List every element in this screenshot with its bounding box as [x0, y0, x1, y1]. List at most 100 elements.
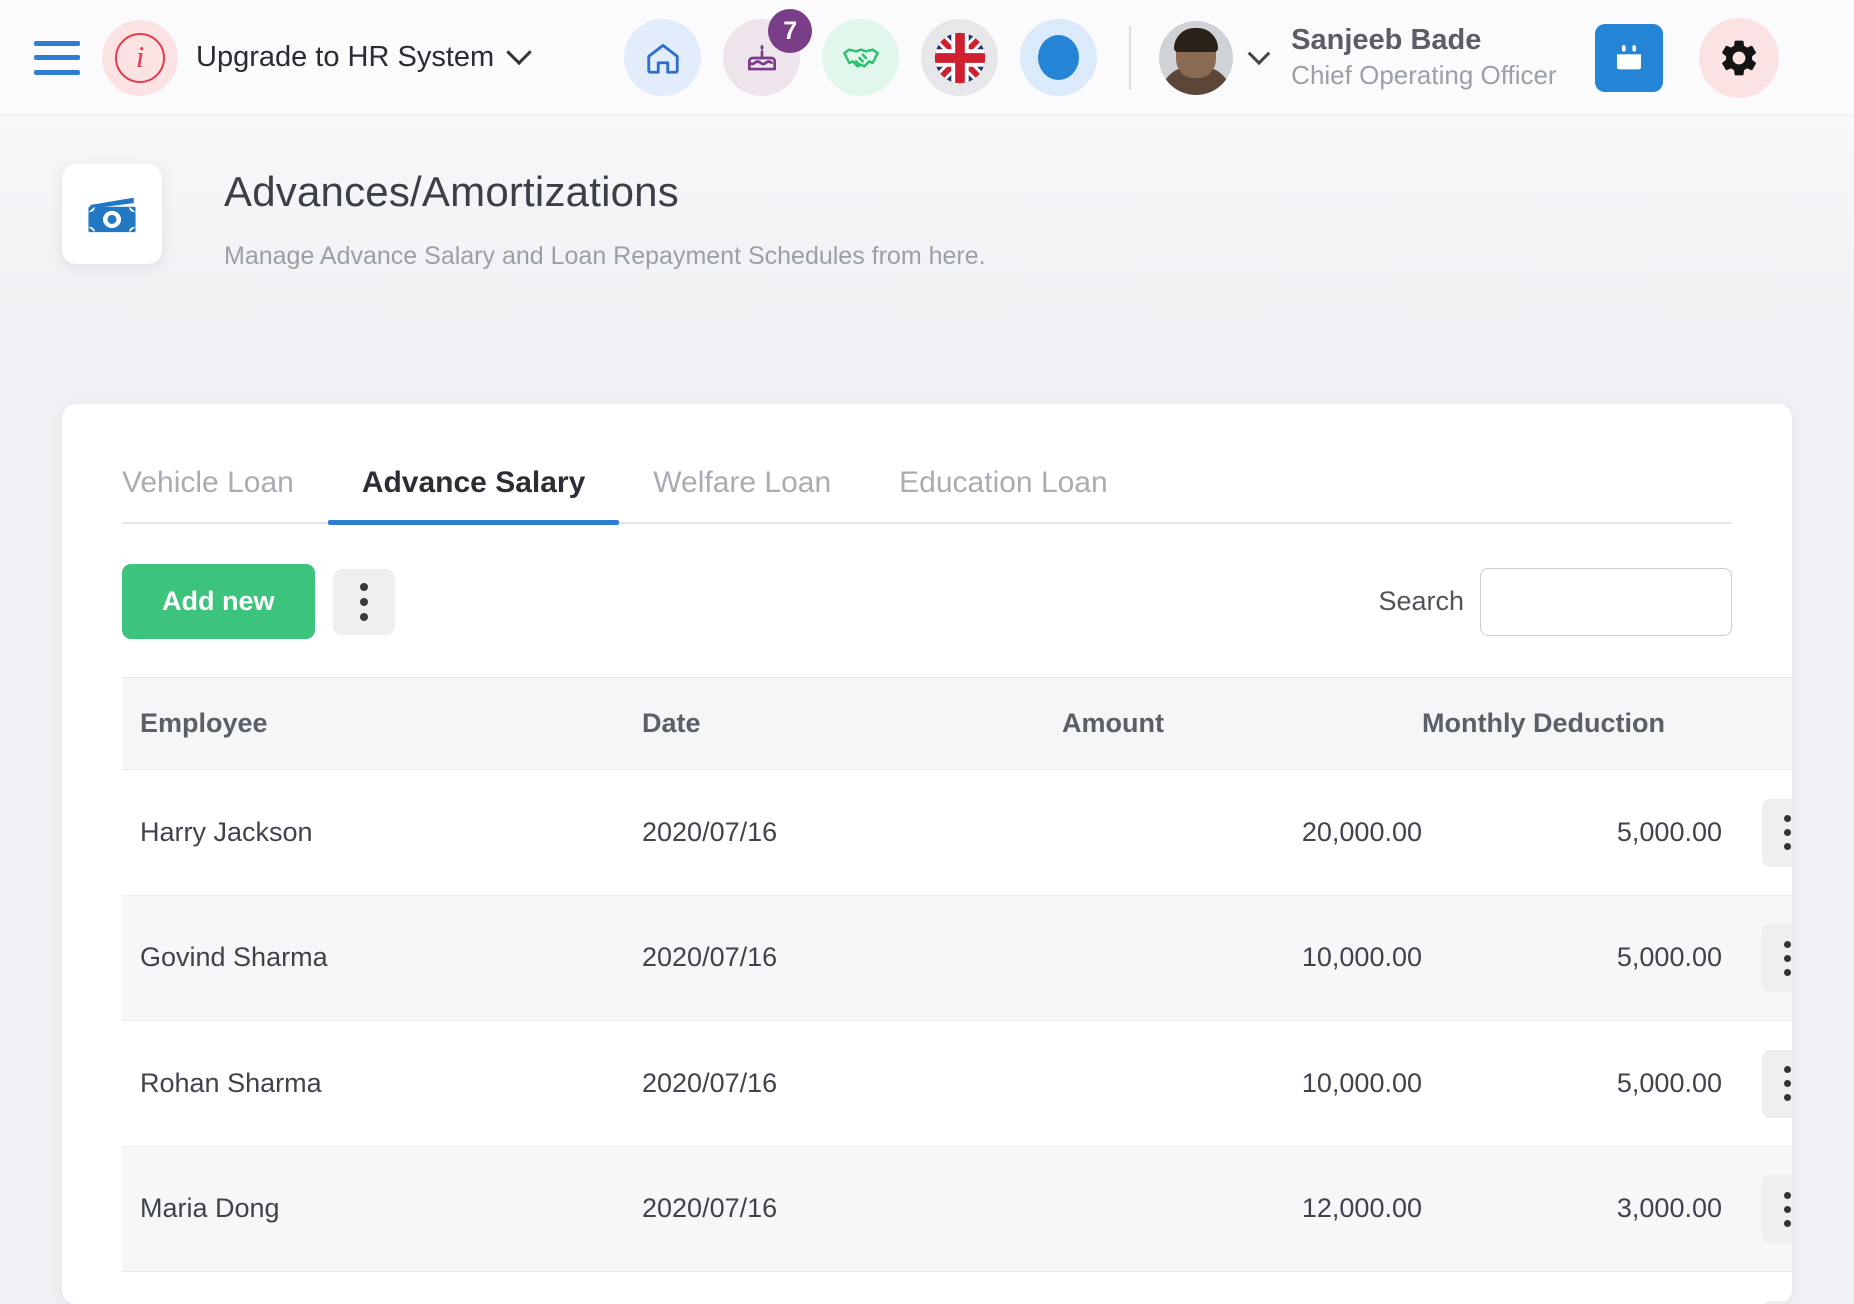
more-options-icon-dot	[1784, 941, 1791, 948]
status-dot-glyph	[1038, 35, 1079, 80]
column-header-actions	[1722, 678, 1792, 770]
hamburger-line	[34, 41, 80, 46]
table-row[interactable]: Govind Sharma 2020/07/16 10,000.00 5,000…	[122, 895, 1792, 1021]
tab-advance-salary[interactable]: Advance Salary	[328, 466, 619, 522]
cell-employee: Govind Sharma	[122, 895, 642, 1021]
column-header-employee[interactable]: Employee	[122, 678, 642, 770]
toolbar-left-group: Add new	[122, 564, 395, 639]
table-row[interactable]: Harry Jackson 2020/07/16 20,000.00 5,000…	[122, 770, 1792, 896]
status-dot-icon[interactable]	[1020, 19, 1097, 96]
content-card: Vehicle Loan Advance Salary Welfare Loan…	[62, 404, 1792, 1304]
birthday-cake-icon[interactable]: 7	[723, 19, 800, 96]
more-options-icon-dot	[360, 598, 368, 606]
more-options-icon-dot	[1784, 1206, 1791, 1213]
more-options-icon-dot	[1784, 829, 1791, 836]
more-options-icon-dot	[1784, 969, 1791, 976]
more-options-icon-dot	[1784, 1192, 1791, 1199]
cell-deduction: 3,000.00	[1422, 1146, 1722, 1272]
page-icon-card	[62, 164, 162, 264]
table-body: Harry Jackson 2020/07/16 20,000.00 5,000…	[122, 770, 1792, 1304]
cell-amount: 12,000.00	[1062, 1146, 1422, 1272]
more-options-icon-dot	[1784, 1094, 1791, 1101]
table-row[interactable]: Hari Prasad Sharma 2020/07/16 10,000.00 …	[122, 1272, 1792, 1304]
cell-date: 2020/07/16	[642, 895, 1062, 1021]
more-options-icon-dot	[1784, 1066, 1791, 1073]
cell-date: 2020/07/16	[642, 770, 1062, 896]
cell-actions	[1722, 1146, 1792, 1272]
cell-employee: Hari Prasad Sharma	[122, 1272, 642, 1304]
search-input[interactable]	[1480, 568, 1732, 636]
page-titles: Advances/Amortizations Manage Advance Sa…	[224, 164, 986, 271]
upgrade-to-hr-system-dropdown[interactable]: Upgrade to HR System	[196, 41, 528, 74]
cell-date: 2020/07/16	[642, 1146, 1062, 1272]
tab-welfare-loan[interactable]: Welfare Loan	[619, 466, 865, 522]
uk-flag-icon[interactable]	[921, 19, 998, 96]
calendar-button[interactable]	[1595, 24, 1663, 92]
handshake-icon[interactable]	[822, 19, 899, 96]
more-options-icon-dot	[360, 613, 368, 621]
page-header: Advances/Amortizations Manage Advance Sa…	[0, 116, 1854, 346]
cell-amount: 10,000.00	[1062, 1272, 1422, 1304]
add-new-button[interactable]: Add new	[122, 564, 315, 639]
row-options-button[interactable]	[1762, 799, 1792, 867]
gear-icon	[1717, 36, 1761, 80]
table-header-row: Employee Date Amount Monthly Deduction	[122, 678, 1792, 770]
search-group: Search	[1378, 568, 1732, 636]
table-options-button[interactable]	[333, 569, 395, 635]
cell-employee: Harry Jackson	[122, 770, 642, 896]
hamburger-line	[34, 55, 80, 60]
user-role: Chief Operating Officer	[1291, 59, 1556, 91]
cell-deduction: 5,000.00	[1422, 1021, 1722, 1147]
more-options-icon-dot	[1784, 1080, 1791, 1087]
column-header-date[interactable]: Date	[642, 678, 1062, 770]
more-options-icon-dot	[1784, 815, 1791, 822]
cell-deduction: 2,000.00	[1422, 1272, 1722, 1304]
tab-vehicle-loan[interactable]: Vehicle Loan	[122, 466, 328, 522]
page-title: Advances/Amortizations	[224, 168, 986, 216]
more-options-icon-dot	[360, 583, 368, 591]
user-profile-menu[interactable]: Sanjeeb Bade Chief Operating Officer	[1159, 21, 1556, 95]
column-header-amount[interactable]: Amount	[1062, 678, 1422, 770]
handshake-icon-glyph	[839, 38, 883, 78]
table-row[interactable]: Rohan Sharma 2020/07/16 10,000.00 5,000.…	[122, 1021, 1792, 1147]
row-options-button[interactable]	[1762, 924, 1792, 992]
row-options-button[interactable]	[1762, 1301, 1792, 1304]
row-options-button[interactable]	[1762, 1050, 1792, 1118]
more-options-icon-dot	[1784, 955, 1791, 962]
info-icon[interactable]: i	[102, 20, 178, 96]
home-icon[interactable]	[624, 19, 701, 96]
cell-actions	[1722, 1021, 1792, 1147]
cell-actions	[1722, 1272, 1792, 1304]
cell-actions	[1722, 770, 1792, 896]
search-label: Search	[1378, 586, 1464, 617]
cell-date: 2020/07/16	[642, 1272, 1062, 1304]
hamburger-line	[34, 70, 80, 75]
cell-amount: 10,000.00	[1062, 1021, 1422, 1147]
home-icon-glyph	[643, 39, 683, 77]
user-info: Sanjeeb Bade Chief Operating Officer	[1291, 23, 1556, 91]
more-options-icon-dot	[1784, 843, 1791, 850]
user-name: Sanjeeb Bade	[1291, 23, 1556, 59]
page-subtitle: Manage Advance Salary and Loan Repayment…	[224, 242, 986, 271]
badge-count: 7	[768, 9, 812, 53]
cell-employee: Rohan Sharma	[122, 1021, 642, 1147]
uk-flag-glyph	[931, 29, 989, 87]
chevron-down-icon	[1248, 42, 1271, 65]
row-options-button[interactable]	[1762, 1175, 1792, 1243]
avatar	[1159, 21, 1233, 95]
hamburger-menu-icon[interactable]	[34, 41, 80, 75]
advances-table: Employee Date Amount Monthly Deduction H…	[122, 677, 1792, 1304]
info-icon-glyph: i	[115, 33, 165, 83]
more-options-icon-dot	[1784, 1220, 1791, 1227]
table-head: Employee Date Amount Monthly Deduction	[122, 678, 1792, 770]
vertical-divider	[1129, 26, 1131, 90]
cell-deduction: 5,000.00	[1422, 770, 1722, 896]
cell-date: 2020/07/16	[642, 1021, 1062, 1147]
upgrade-label: Upgrade to HR System	[196, 41, 494, 74]
settings-button[interactable]	[1699, 18, 1779, 98]
cell-employee: Maria Dong	[122, 1146, 642, 1272]
column-header-monthly-deduction[interactable]: Monthly Deduction	[1422, 678, 1722, 770]
table-row[interactable]: Maria Dong 2020/07/16 12,000.00 3,000.00	[122, 1146, 1792, 1272]
tab-education-loan[interactable]: Education Loan	[865, 466, 1142, 522]
avatar-hair	[1174, 28, 1218, 52]
